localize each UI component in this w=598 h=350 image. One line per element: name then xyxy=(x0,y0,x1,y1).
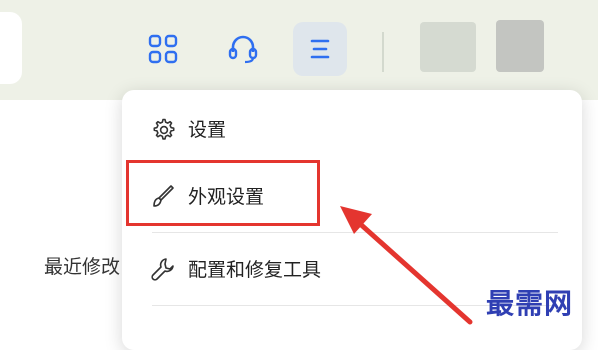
search-box[interactable] xyxy=(0,12,22,84)
menu-icon xyxy=(310,39,330,59)
apps-button[interactable] xyxy=(136,22,190,76)
support-button[interactable] xyxy=(216,22,270,76)
user-placeholder[interactable] xyxy=(496,20,544,72)
grid-icon xyxy=(148,34,178,64)
avatar-placeholder[interactable] xyxy=(420,22,476,72)
menu-separator xyxy=(152,232,558,233)
menu-item-label: 设置 xyxy=(188,119,227,141)
gear-icon xyxy=(150,116,176,142)
menu-item-settings[interactable]: 设置 xyxy=(150,115,226,142)
menu-item-repair-tools[interactable]: 配置和修复工具 xyxy=(150,255,321,282)
top-toolbar xyxy=(0,0,598,100)
menu-item-label: 配置和修复工具 xyxy=(188,259,322,281)
recent-modified-label: 最近修改 xyxy=(44,256,121,278)
highlight-box xyxy=(126,160,320,226)
toolbar-divider xyxy=(382,32,384,72)
watermark: 最需网 xyxy=(486,287,574,320)
wrench-icon xyxy=(150,256,176,282)
headset-icon xyxy=(228,35,258,64)
main-menu-button[interactable] xyxy=(293,22,347,76)
